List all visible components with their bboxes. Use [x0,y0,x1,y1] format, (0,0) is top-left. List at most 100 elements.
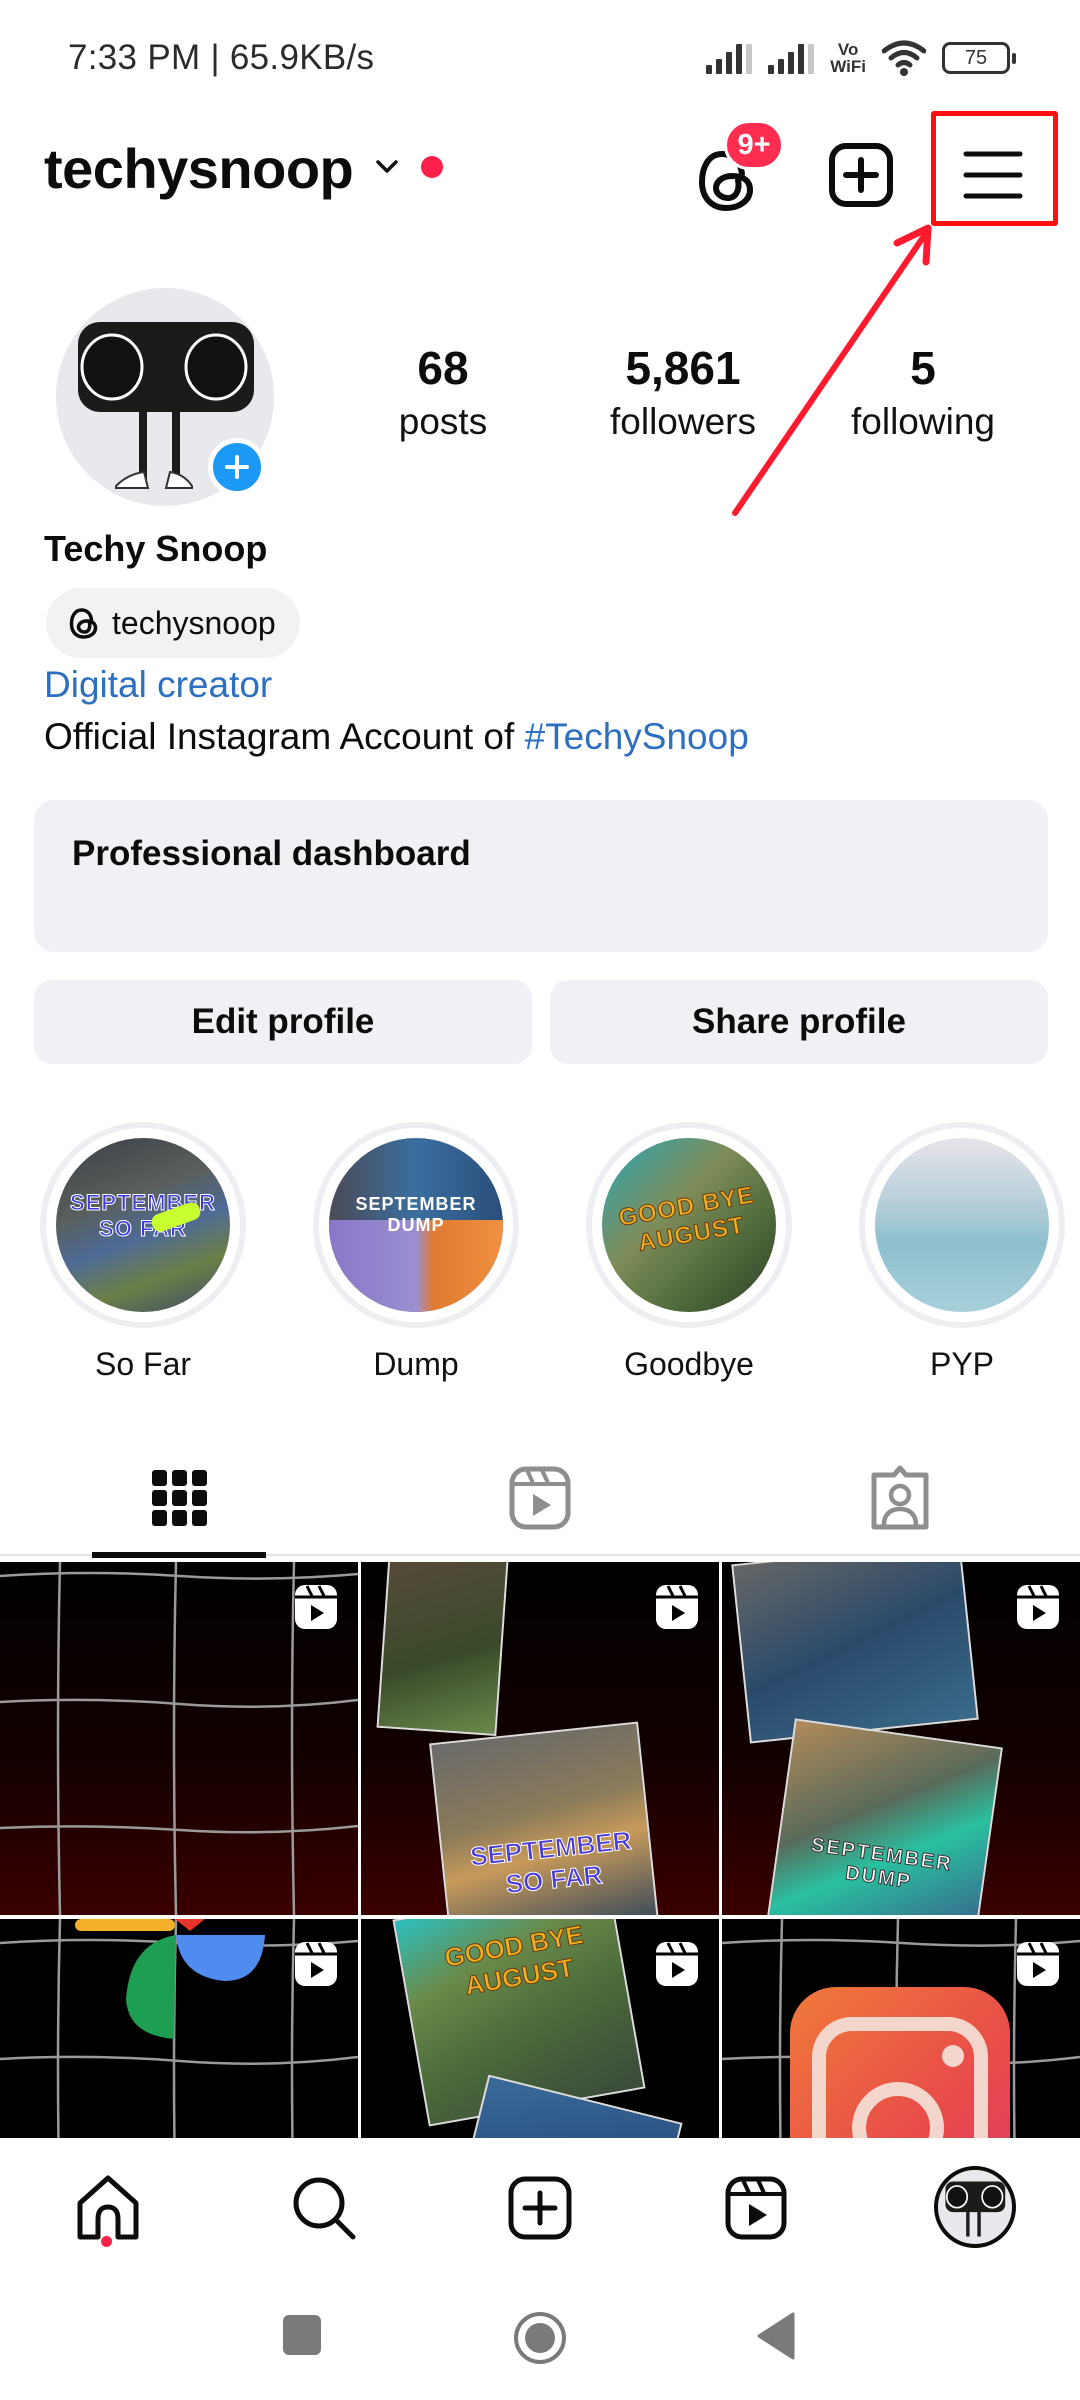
nav-profile[interactable] [930,2162,1020,2252]
highlight-item[interactable]: PYP [857,1122,1067,1383]
home-icon [77,2175,139,2240]
grid-post[interactable]: SEPTEMBER DUMP [722,1562,1080,1915]
reel-badge-icon [1017,1585,1059,1629]
bio-hashtag-link[interactable]: #TechySnoop [525,716,749,757]
grid-post[interactable] [0,1562,358,1915]
logo-dot [942,2045,964,2067]
professional-dashboard-card[interactable]: Professional dashboard [34,800,1048,952]
grid-post[interactable] [722,1919,1080,2138]
posts-count-value: 68 [417,342,469,394]
story-highlights: SEPTEMBER SO FAR So Far SEPTEMBER DUMP D… [0,1122,1080,1382]
back-triangle-icon [757,2312,795,2360]
post-overlay-text: GOOD BYE AUGUST [442,1919,586,2001]
following-count-value: 5 [910,342,936,394]
post-photo-card [376,1562,510,1736]
followers-count[interactable]: 5,861 followers [573,340,793,448]
chevron-down-icon[interactable] [370,150,404,184]
reel-badge-icon [1017,1942,1059,1986]
highlight-label: Goodbye [624,1346,754,1382]
status-bar: 7:33 PM | 65.9KB/s Vo WiFi 75 [0,0,1080,110]
highlight-cover-text: SEPTEMBER DUMP [355,1194,477,1235]
threads-handle: techysnoop [112,604,276,641]
vowifi-line2: WiFi [830,57,866,76]
highlight-ring: SEPTEMBER DUMP [313,1122,519,1328]
profile-actions: Edit profile Share profile [34,980,1048,1064]
share-profile-button[interactable]: Share profile [550,980,1048,1064]
highlight-cover-image [875,1138,1049,1312]
threads-badge: 9+ [724,120,784,170]
followers-count-value: 5,861 [625,342,741,394]
highlight-cover-text: GOOD BYE AUGUST [616,1181,757,1257]
tab-tagged[interactable] [720,1440,1080,1556]
posts-count-label: posts [398,401,488,442]
post-photo-card: SEPTEMBER DUMP [767,1718,1003,1915]
signal-icon-sim2 [768,42,815,74]
highlight-item[interactable]: SEPTEMBER DUMP Dump [311,1122,521,1383]
tab-posts-grid[interactable] [0,1440,360,1558]
threads-profile-chip[interactable]: techysnoop [46,588,300,658]
post-overlay-text: SEPTEMBER SO FAR [468,1825,633,1900]
edit-profile-button[interactable]: Edit profile [34,980,532,1064]
professional-dashboard-title: Professional dashboard [72,834,471,873]
post-photo-card: SEPTEMBER SO FAR [429,1721,659,1915]
posts-count[interactable]: 68 posts [333,340,553,448]
threads-icon [69,608,98,639]
nav-create[interactable] [500,2168,580,2248]
profile-content-tabs [0,1440,1080,1558]
highlight-label: PYP [929,1346,995,1382]
signal-icon-sim1 [706,42,753,74]
following-count[interactable]: 5 following [813,340,1033,448]
home-circle-icon [514,2312,566,2364]
profile-header: techysnoop 9+ [0,120,1080,230]
search-icon [293,2177,356,2240]
highlight-ring: SEPTEMBER SO FAR [40,1122,246,1328]
battery-level: 75 [964,46,988,69]
recents-icon [283,2315,321,2355]
tab-reels[interactable] [360,1440,720,1556]
back-button[interactable] [755,2312,795,2365]
reels-icon [509,1466,571,1530]
reels-icon [725,2176,787,2240]
home-notification-dot [101,2236,112,2247]
full-name: Techy Snoop [44,528,268,569]
highlight-item[interactable]: SEPTEMBER SO FAR So Far [38,1122,248,1383]
profile-avatar-small [934,2166,1016,2248]
posts-grid: SEPTEMBER SO FAR SEPTEMBER DUMP GOOD BYE… [0,1562,1080,2138]
status-icons: Vo WiFi 75 [706,36,1016,80]
notification-dot [421,156,443,178]
bio-text: Official Instagram Account of #TechySnoo… [44,716,749,758]
instagram-logo-image [790,1987,1010,2138]
username-switcher[interactable]: techysnoop [44,136,354,201]
highlight-label: Dump [373,1346,459,1382]
highlight-cover-image: GOOD BYE AUGUST [602,1138,776,1312]
highlight-cover-text: SEPTEMBER SO FAR [70,1190,216,1242]
create-plus-icon[interactable] [826,140,896,210]
recents-button[interactable] [282,2314,322,2361]
grid-post[interactable]: GOOD BYE AUGUST [361,1919,719,2138]
bottom-navigation [0,2138,1080,2268]
battery-icon: 75 [942,42,1016,74]
system-navigation-bar [0,2268,1080,2400]
highlight-ring [859,1122,1065,1328]
avatar-mascot-image [945,2181,1006,2237]
post-photo-card [731,1562,979,1744]
reel-badge-icon [295,1585,337,1629]
highlight-label: So Far [94,1346,192,1382]
highlight-cover-image: SEPTEMBER SO FAR [56,1138,230,1312]
active-tab-indicator [92,1552,266,1558]
vowifi-icon: Vo WiFi [830,41,866,75]
grid-post[interactable] [0,1919,358,2138]
nav-reels[interactable] [716,2168,796,2248]
grid-icon [152,1470,207,1526]
highlight-item[interactable]: GOOD BYE AUGUST Goodbye [584,1122,794,1383]
reel-badge-icon [656,1942,698,1986]
highlight-cover-image: SEPTEMBER DUMP [329,1138,503,1312]
grid-post[interactable]: SEPTEMBER SO FAR [361,1562,719,1915]
profile-stats: 68 posts 5,861 followers 5 following [0,340,1080,460]
nav-search[interactable] [284,2168,364,2248]
bio-prefix: Official Instagram Account of [44,716,525,757]
reel-badge-icon [295,1942,337,1986]
reel-badge-icon [656,1585,698,1629]
annotation-highlight-box [931,111,1058,226]
home-button[interactable] [512,2310,568,2371]
